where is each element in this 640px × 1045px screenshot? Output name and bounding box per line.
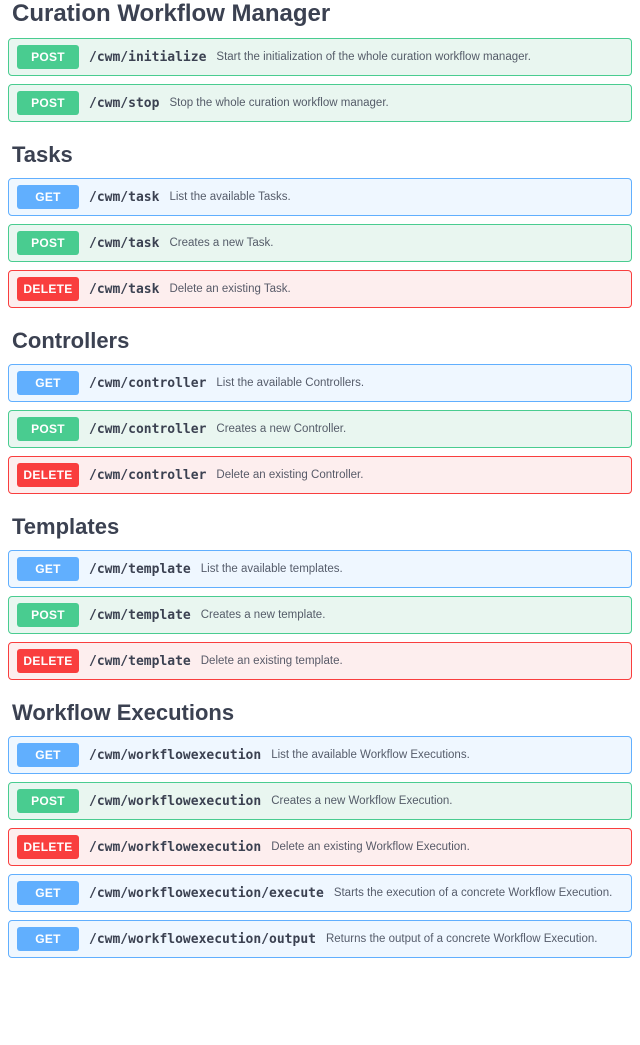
operation-row[interactable]: POST/cwm/task Creates a new Task. <box>8 224 632 262</box>
section-title[interactable]: Controllers <box>12 328 632 354</box>
endpoint-description: List the available Controllers. <box>216 377 364 389</box>
endpoint-description: List the available templates. <box>201 563 343 575</box>
endpoint-description: Creates a new Workflow Execution. <box>271 795 452 807</box>
operation-row[interactable]: DELETE/cwm/controller Delete an existing … <box>8 456 632 494</box>
operation-row[interactable]: POST/cwm/workflowexecution Creates a new … <box>8 782 632 820</box>
endpoint-path: /cwm/workflowexecution <box>89 794 261 809</box>
endpoint-description: Delete an existing template. <box>201 655 343 667</box>
operation-row[interactable]: POST/cwm/controller Creates a new Control… <box>8 410 632 448</box>
endpoint-description: Creates a new Controller. <box>216 423 346 435</box>
endpoint-description: Returns the output of a concrete Workflo… <box>326 933 597 945</box>
endpoint-path: /cwm/workflowexecution/execute <box>89 886 324 901</box>
operation-row[interactable]: GET/cwm/template List the available templ… <box>8 550 632 588</box>
operation-row[interactable]: GET/cwm/workflowexecution/output Returns … <box>8 920 632 958</box>
operation-row[interactable]: POST/cwm/stop Stop the whole curation wor… <box>8 84 632 122</box>
operation-row[interactable]: DELETE/cwm/template Delete an existing te… <box>8 642 632 680</box>
method-badge: DELETE <box>17 463 79 487</box>
endpoint-path: /cwm/stop <box>89 96 159 111</box>
endpoint-description: List the available Workflow Executions. <box>271 749 470 761</box>
method-badge: GET <box>17 185 79 209</box>
endpoint-path: /cwm/controller <box>89 422 206 437</box>
endpoint-path: /cwm/initialize <box>89 50 206 65</box>
endpoint-description: Delete an existing Controller. <box>216 469 363 481</box>
method-badge: POST <box>17 417 79 441</box>
endpoint-path: /cwm/template <box>89 654 191 669</box>
section-title[interactable]: Tasks <box>12 142 632 168</box>
endpoint-path: /cwm/controller <box>89 468 206 483</box>
endpoint-path: /cwm/template <box>89 562 191 577</box>
endpoint-path: /cwm/controller <box>89 376 206 391</box>
endpoint-description: Delete an existing Task. <box>169 283 290 295</box>
method-badge: GET <box>17 371 79 395</box>
section-title[interactable]: Workflow Executions <box>12 700 632 726</box>
method-badge: GET <box>17 743 79 767</box>
method-badge: POST <box>17 603 79 627</box>
endpoint-path: /cwm/workflowexecution/output <box>89 932 316 947</box>
endpoint-description: Start the initialization of the whole cu… <box>216 51 531 63</box>
method-badge: GET <box>17 881 79 905</box>
endpoint-description: Stop the whole curation workflow manager… <box>169 97 388 109</box>
method-badge: GET <box>17 927 79 951</box>
endpoint-path: /cwm/task <box>89 190 159 205</box>
method-badge: POST <box>17 789 79 813</box>
endpoint-path: /cwm/task <box>89 282 159 297</box>
method-badge: GET <box>17 557 79 581</box>
endpoint-description: Starts the execution of a concrete Workf… <box>334 887 612 899</box>
operation-row[interactable]: GET/cwm/workflowexecution List the availa… <box>8 736 632 774</box>
operation-row[interactable]: POST/cwm/initialize Start the initializat… <box>8 38 632 76</box>
method-badge: DELETE <box>17 649 79 673</box>
operation-row[interactable]: DELETE/cwm/task Delete an existing Task. <box>8 270 632 308</box>
endpoint-description: Creates a new Task. <box>169 237 273 249</box>
method-badge: POST <box>17 91 79 115</box>
method-badge: DELETE <box>17 835 79 859</box>
endpoint-description: List the available Tasks. <box>169 191 290 203</box>
operation-row[interactable]: POST/cwm/template Creates a new template. <box>8 596 632 634</box>
method-badge: POST <box>17 231 79 255</box>
method-badge: DELETE <box>17 277 79 301</box>
endpoint-path: /cwm/workflowexecution <box>89 840 261 855</box>
endpoint-path: /cwm/workflowexecution <box>89 748 261 763</box>
endpoint-description: Creates a new template. <box>201 609 326 621</box>
api-doc-root: Curation Workflow Manager POST/cwm/initia… <box>8 0 632 958</box>
operation-row[interactable]: GET/cwm/task List the available Tasks. <box>8 178 632 216</box>
operation-row[interactable]: GET/cwm/workflowexecution/execute Starts … <box>8 874 632 912</box>
method-badge: POST <box>17 45 79 69</box>
endpoint-path: /cwm/template <box>89 608 191 623</box>
endpoint-path: /cwm/task <box>89 236 159 251</box>
section-title[interactable]: Templates <box>12 514 632 540</box>
section-title[interactable]: Curation Workflow Manager <box>12 0 632 28</box>
operation-row[interactable]: GET/cwm/controller List the available Con… <box>8 364 632 402</box>
endpoint-description: Delete an existing Workflow Execution. <box>271 841 470 853</box>
operation-row[interactable]: DELETE/cwm/workflowexecution Delete an ex… <box>8 828 632 866</box>
